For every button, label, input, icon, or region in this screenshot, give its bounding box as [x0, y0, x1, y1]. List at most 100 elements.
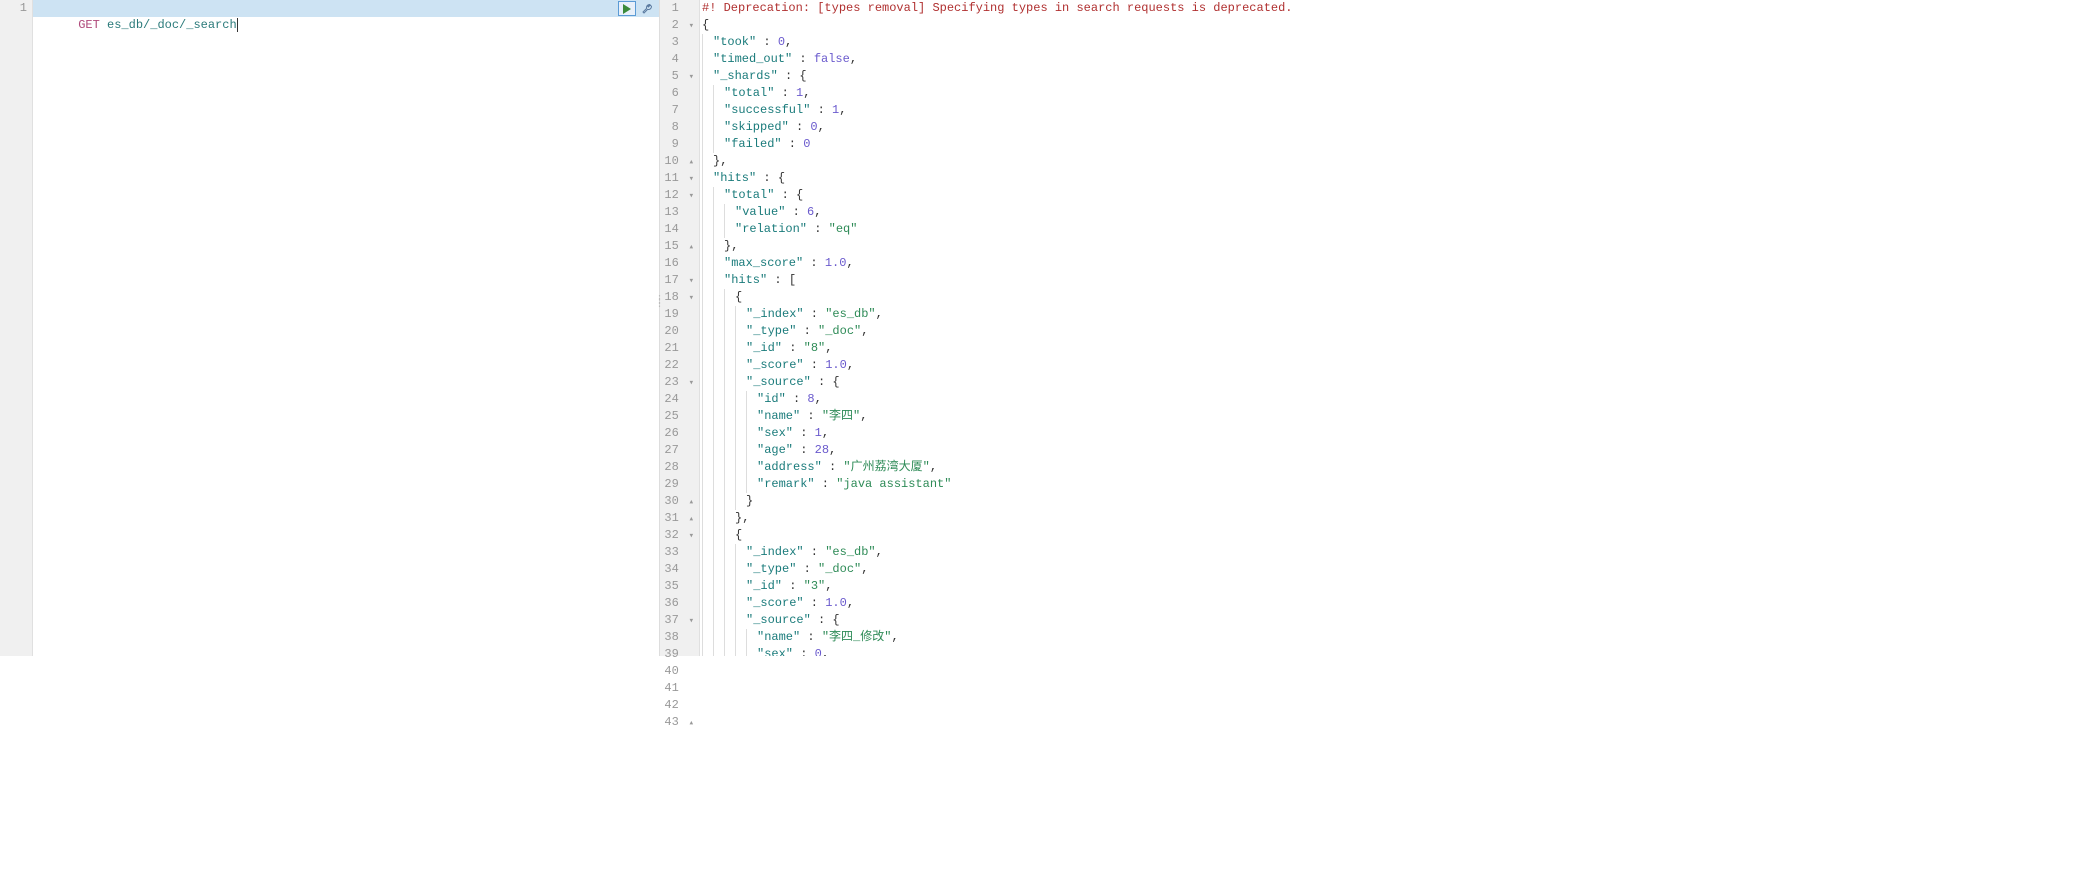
line-number: 21	[660, 340, 694, 357]
line-number: 5 ▾	[660, 68, 694, 85]
fold-toggle-icon[interactable]: ▾	[686, 273, 694, 290]
code-token: "es_db"	[825, 545, 875, 559]
fold-toggle-icon[interactable]: ▾	[686, 290, 694, 307]
response-line: #! Deprecation: [types removal] Specifyi…	[700, 0, 1561, 17]
code-token: :	[782, 341, 804, 355]
fold-toggle-icon[interactable]: ▴	[686, 715, 694, 732]
line-number: 1	[660, 0, 694, 17]
response-line: {	[700, 17, 1561, 34]
code-token: ,	[822, 426, 829, 440]
code-token: "hits"	[724, 273, 767, 287]
code-token: :	[774, 86, 796, 100]
response-line: }	[700, 493, 1561, 510]
fold-toggle-icon[interactable]: ▴	[686, 511, 694, 528]
code-token: :	[804, 545, 826, 559]
response-line: "_source" : {	[700, 612, 1561, 629]
code-token: ,	[818, 120, 825, 134]
code-token: "successful"	[724, 103, 810, 117]
code-token: ,	[814, 205, 821, 219]
line-number: 25	[660, 408, 694, 425]
code-token: :	[810, 103, 832, 117]
code-token: "_doc"	[818, 562, 861, 576]
code-token: ,	[822, 647, 829, 656]
response-line: "_id" : "8",	[700, 340, 1561, 357]
response-line: "_id" : "3",	[700, 578, 1561, 595]
code-token: "max_score"	[724, 256, 803, 270]
line-number: 12 ▾	[660, 187, 694, 204]
line-number: 3	[660, 34, 694, 51]
code-token: ,	[847, 596, 854, 610]
response-line: "_score" : 1.0,	[700, 357, 1561, 374]
code-token: false	[814, 52, 850, 66]
line-number: 19	[660, 306, 694, 323]
response-line: "_score" : 1.0,	[700, 595, 1561, 612]
code-token: "total"	[724, 86, 774, 100]
response-line: "name" : "李四_修改",	[700, 629, 1561, 646]
line-number: 8	[660, 119, 694, 136]
fold-toggle-icon[interactable]: ▾	[686, 375, 694, 392]
line-number: 10 ▴	[660, 153, 694, 170]
line-number: 41	[660, 680, 694, 697]
code-token: "id"	[757, 392, 786, 406]
code-token: ,	[825, 579, 832, 593]
code-token: :	[793, 426, 815, 440]
code-token: },	[724, 239, 738, 253]
line-number: 23 ▾	[660, 374, 694, 391]
request-gutter: 1	[0, 0, 33, 656]
fold-toggle-icon[interactable]: ▴	[686, 494, 694, 511]
response-line: "id" : 8,	[700, 391, 1561, 408]
code-token: :	[815, 477, 837, 491]
code-token: "took"	[713, 35, 756, 49]
response-line: "age" : 28,	[700, 442, 1561, 459]
code-token: :	[793, 443, 815, 457]
code-token: :	[793, 647, 815, 656]
fold-toggle-icon[interactable]: ▾	[686, 188, 694, 205]
code-token: "relation"	[735, 222, 807, 236]
response-viewer-pane: ⋮⋮ 1 2 ▾3 4 5 ▾6 7 8 9 10 ▴11 ▾12 ▾13 14…	[660, 0, 1561, 656]
response-code-area[interactable]: #! Deprecation: [types removal] Specifyi…	[700, 0, 1561, 656]
http-method: GET	[78, 18, 100, 32]
code-token: :	[796, 562, 818, 576]
play-button[interactable]	[618, 1, 636, 16]
code-token: "name"	[757, 630, 800, 644]
code-token: "_index"	[746, 307, 804, 321]
fold-toggle-icon[interactable]: ▾	[686, 171, 694, 188]
code-token: ,	[930, 460, 937, 474]
code-token: :	[804, 358, 826, 372]
fold-toggle-icon[interactable]: ▾	[686, 613, 694, 630]
line-number: 6	[660, 85, 694, 102]
line-number: 31 ▴	[660, 510, 694, 527]
code-token: ,	[815, 392, 822, 406]
line-number: 22	[660, 357, 694, 374]
line-number: 11 ▾	[660, 170, 694, 187]
code-token: "_id"	[746, 341, 782, 355]
code-token: :	[800, 409, 822, 423]
code-token: "es_db"	[825, 307, 875, 321]
response-line: "hits" : [	[700, 272, 1561, 289]
code-token: :	[807, 222, 829, 236]
pane-resize-handle[interactable]: ⋮⋮	[654, 300, 664, 306]
wrench-button[interactable]	[638, 1, 656, 16]
line-number: 20	[660, 323, 694, 340]
request-actions	[615, 0, 659, 17]
fold-toggle-icon[interactable]: ▴	[686, 239, 694, 256]
response-line: "timed_out" : false,	[700, 51, 1561, 68]
code-token: :	[756, 35, 778, 49]
fold-toggle-icon[interactable]: ▾	[686, 69, 694, 86]
response-line: "successful" : 1,	[700, 102, 1561, 119]
fold-toggle-icon[interactable]: ▾	[686, 528, 694, 545]
request-code-area[interactable]: GET es_db/_doc/_search	[33, 0, 659, 656]
request-line[interactable]: GET es_db/_doc/_search	[33, 0, 659, 17]
fold-toggle-icon[interactable]: ▴	[686, 154, 694, 171]
code-token: ,	[785, 35, 792, 49]
code-token: :	[822, 460, 844, 474]
line-number: 42	[660, 697, 694, 714]
code-token: 1.0	[825, 256, 847, 270]
code-token: ,	[825, 341, 832, 355]
request-editor-pane: 1 GET es_db/_doc/_search	[0, 0, 660, 656]
code-token: : {	[811, 375, 840, 389]
response-line: "remark" : "java assistant"	[700, 476, 1561, 493]
code-token: "_type"	[746, 562, 796, 576]
line-number: 40	[660, 663, 694, 680]
fold-toggle-icon[interactable]: ▾	[686, 18, 694, 35]
